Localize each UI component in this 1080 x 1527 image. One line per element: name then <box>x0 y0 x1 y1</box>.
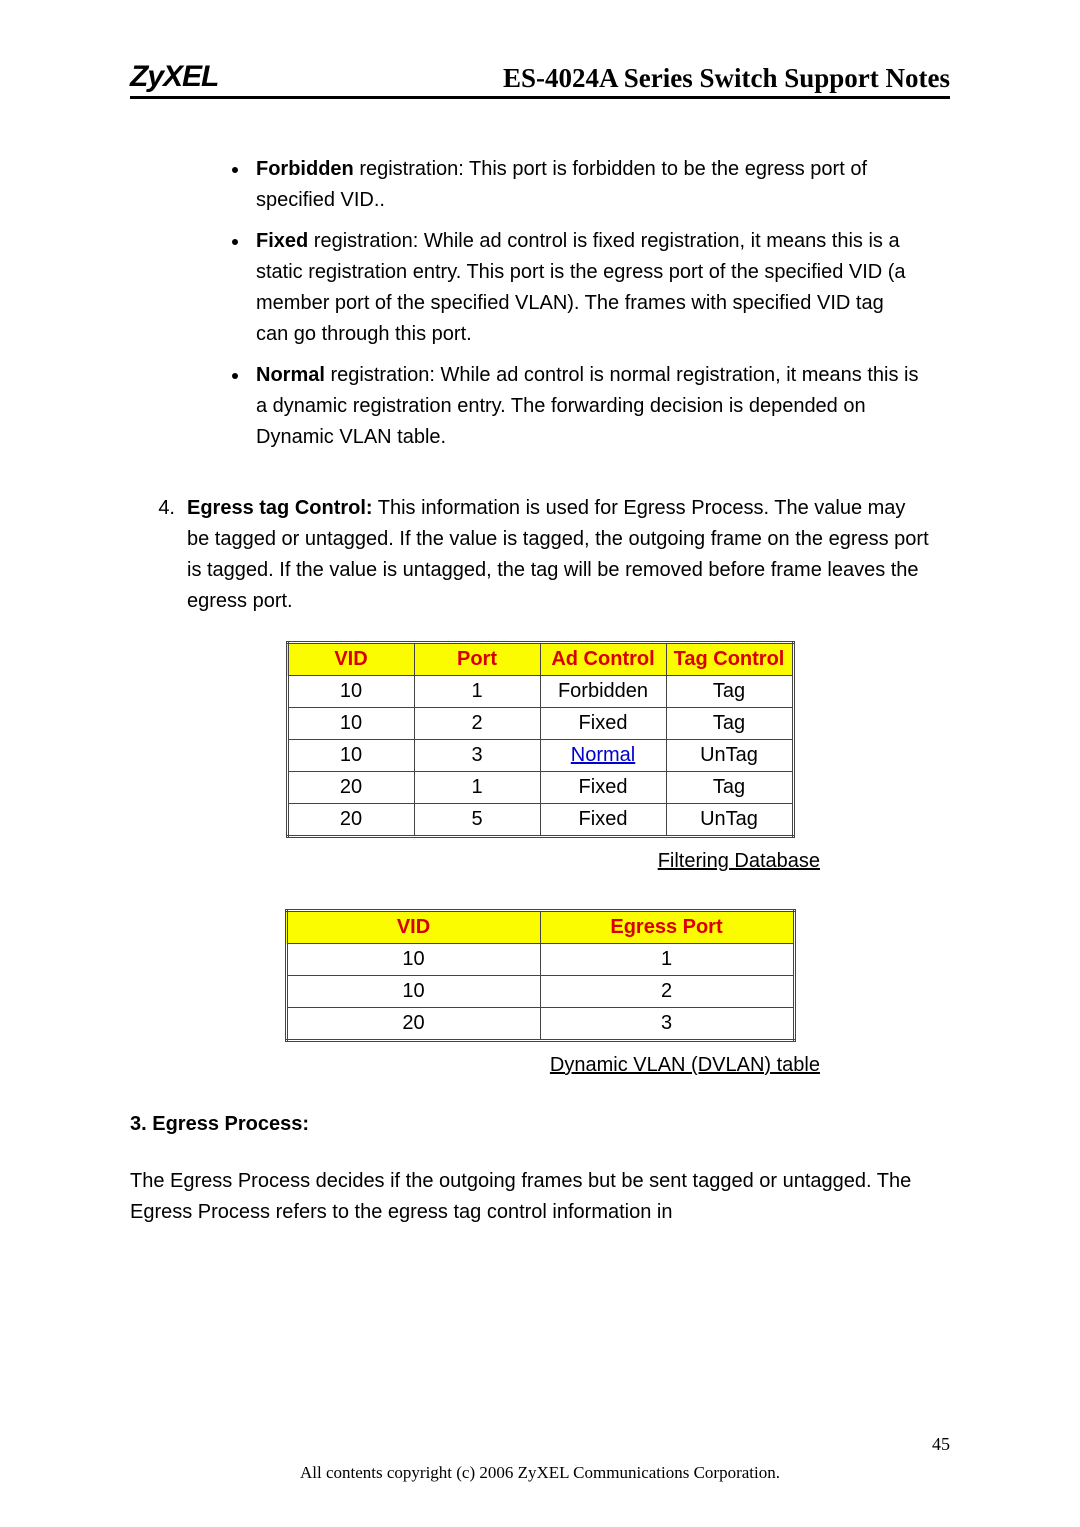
cell-tag: Tag <box>666 708 793 740</box>
cell-port: 3 <box>414 740 540 772</box>
cell-vid: 20 <box>287 804 414 837</box>
list-item: Forbidden registration: This port is for… <box>250 154 950 216</box>
list-item: Normal registration: While ad control is… <box>250 360 950 453</box>
item-number: 4. <box>130 493 187 617</box>
cell-port: 2 <box>414 708 540 740</box>
cell-ep: 2 <box>540 976 794 1008</box>
cell-vid: 10 <box>286 944 540 976</box>
cell-ep: 1 <box>540 944 794 976</box>
cell-tag: Tag <box>666 772 793 804</box>
cell-vid: 20 <box>286 1008 540 1041</box>
col-vid: VID <box>287 643 414 676</box>
table-header-row: VID Egress Port <box>286 911 794 944</box>
cell-vid: 10 <box>287 708 414 740</box>
list-item: Fixed registration: While ad control is … <box>250 226 950 350</box>
numbered-item-4: 4. Egress tag Control: This information … <box>130 493 950 617</box>
col-port: Port <box>414 643 540 676</box>
copyright-footer: All contents copyright (c) 2006 ZyXEL Co… <box>0 1463 1080 1483</box>
cell-tag: UnTag <box>666 740 793 772</box>
cell-port: 1 <box>414 676 540 708</box>
cell-ad: Normal <box>540 740 666 772</box>
table1-caption: Filtering Database <box>130 850 820 873</box>
item-lead: Egress tag Control: <box>187 497 373 519</box>
document-title: ES-4024A Series Switch Support Notes <box>503 63 950 94</box>
bullet-lead: Fixed <box>256 230 308 252</box>
cell-vid: 10 <box>286 976 540 1008</box>
page-header: ZyXEL ES-4024A Series Switch Support Not… <box>130 60 950 99</box>
table2-caption: Dynamic VLAN (DVLAN) table <box>130 1054 820 1077</box>
cell-tag: UnTag <box>666 804 793 837</box>
brand-logo: ZyXEL <box>130 60 218 94</box>
cell-ad: Fixed <box>540 804 666 837</box>
cell-ep: 3 <box>540 1008 794 1041</box>
table-row: 20 3 <box>286 1008 794 1041</box>
cell-ad: Fixed <box>540 772 666 804</box>
table-row: 10 1 Forbidden Tag <box>287 676 793 708</box>
bullet-text: registration: While ad control is normal… <box>256 364 918 448</box>
cell-port: 5 <box>414 804 540 837</box>
cell-port: 1 <box>414 772 540 804</box>
normal-link[interactable]: Normal <box>571 744 635 766</box>
table-row: 10 2 Fixed Tag <box>287 708 793 740</box>
cell-vid: 20 <box>287 772 414 804</box>
cell-vid: 10 <box>287 676 414 708</box>
section-heading-egress-process: 3. Egress Process: <box>130 1113 950 1136</box>
filtering-database-table: VID Port Ad Control Tag Control 10 1 For… <box>286 641 795 838</box>
bullet-lead: Forbidden <box>256 158 354 180</box>
table-row: 20 5 Fixed UnTag <box>287 804 793 837</box>
col-egress-port: Egress Port <box>540 911 794 944</box>
cell-ad: Fixed <box>540 708 666 740</box>
page-number: 45 <box>932 1434 950 1455</box>
table-row: 10 2 <box>286 976 794 1008</box>
col-vid: VID <box>286 911 540 944</box>
bullet-lead: Normal <box>256 364 325 386</box>
cell-ad: Forbidden <box>540 676 666 708</box>
table-row: 10 1 <box>286 944 794 976</box>
cell-tag: Tag <box>666 676 793 708</box>
egress-process-paragraph: The Egress Process decides if the outgoi… <box>130 1166 950 1228</box>
table-row: 10 3 Normal UnTag <box>287 740 793 772</box>
registration-bullet-list: Forbidden registration: This port is for… <box>130 154 950 453</box>
dvlan-table: VID Egress Port 10 1 10 2 20 3 <box>285 909 796 1042</box>
cell-vid: 10 <box>287 740 414 772</box>
table-header-row: VID Port Ad Control Tag Control <box>287 643 793 676</box>
bullet-text: registration: While ad control is fixed … <box>256 230 906 345</box>
col-tag-control: Tag Control <box>666 643 793 676</box>
page: ZyXEL ES-4024A Series Switch Support Not… <box>0 0 1080 1527</box>
table-row: 20 1 Fixed Tag <box>287 772 793 804</box>
col-ad-control: Ad Control <box>540 643 666 676</box>
